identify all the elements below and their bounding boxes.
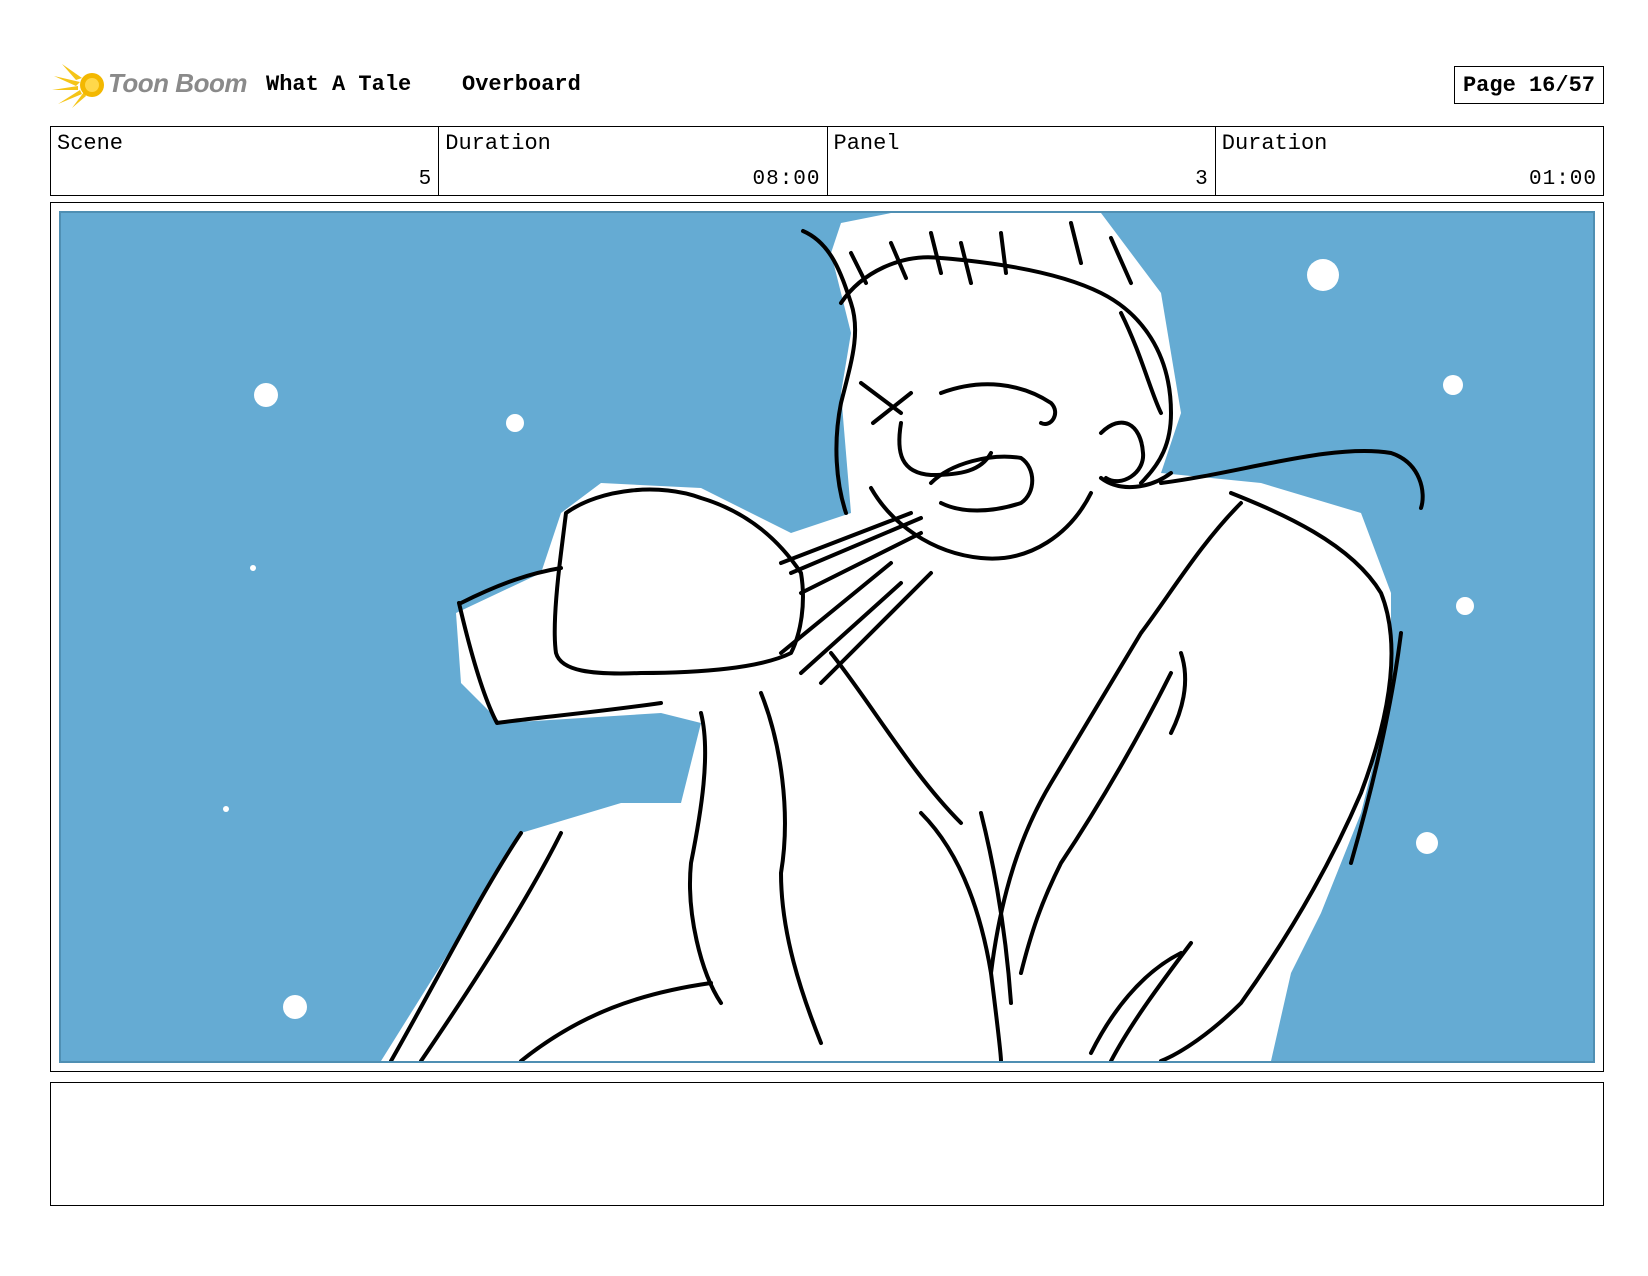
page-header: Toon Boom What A Tale Overboard Page 16/… <box>52 58 1604 110</box>
panel-cell: Panel 3 <box>828 127 1216 195</box>
project-title: What A Tale <box>266 72 412 97</box>
scene-duration-cell: Duration 08:00 <box>439 127 828 195</box>
page-indicator: Page 16/57 <box>1453 66 1604 104</box>
scene-duration-value: 08:00 <box>752 168 821 191</box>
panel-label: Panel <box>833 131 900 156</box>
panel-duration-label: Duration <box>1221 131 1328 156</box>
scene-label: Scene <box>57 131 124 156</box>
panel-value: 3 <box>1195 168 1209 191</box>
scene-duration-label: Duration <box>445 131 551 156</box>
scene-info-table: Scene 5 Duration 08:00 Panel 3 Duration … <box>50 126 1604 196</box>
scene-value: 5 <box>418 168 433 191</box>
logo-text: Toon Boom <box>108 68 247 98</box>
sunburst-icon <box>52 64 104 108</box>
episode-title: Overboard <box>462 72 581 97</box>
scene-cell: Scene 5 <box>51 127 440 195</box>
storyboard-panel-frame <box>50 202 1604 1072</box>
figure-fill <box>381 213 1391 1061</box>
toon-boom-logo: Toon Boom <box>52 58 248 110</box>
panel-duration-value: 01:00 <box>1528 168 1597 191</box>
storyboard-panel-image <box>59 211 1595 1063</box>
sketch-drawing <box>223 213 1474 1061</box>
panel-duration-cell: Duration 01:00 <box>1216 127 1603 195</box>
panel-notes-box <box>50 1082 1604 1206</box>
